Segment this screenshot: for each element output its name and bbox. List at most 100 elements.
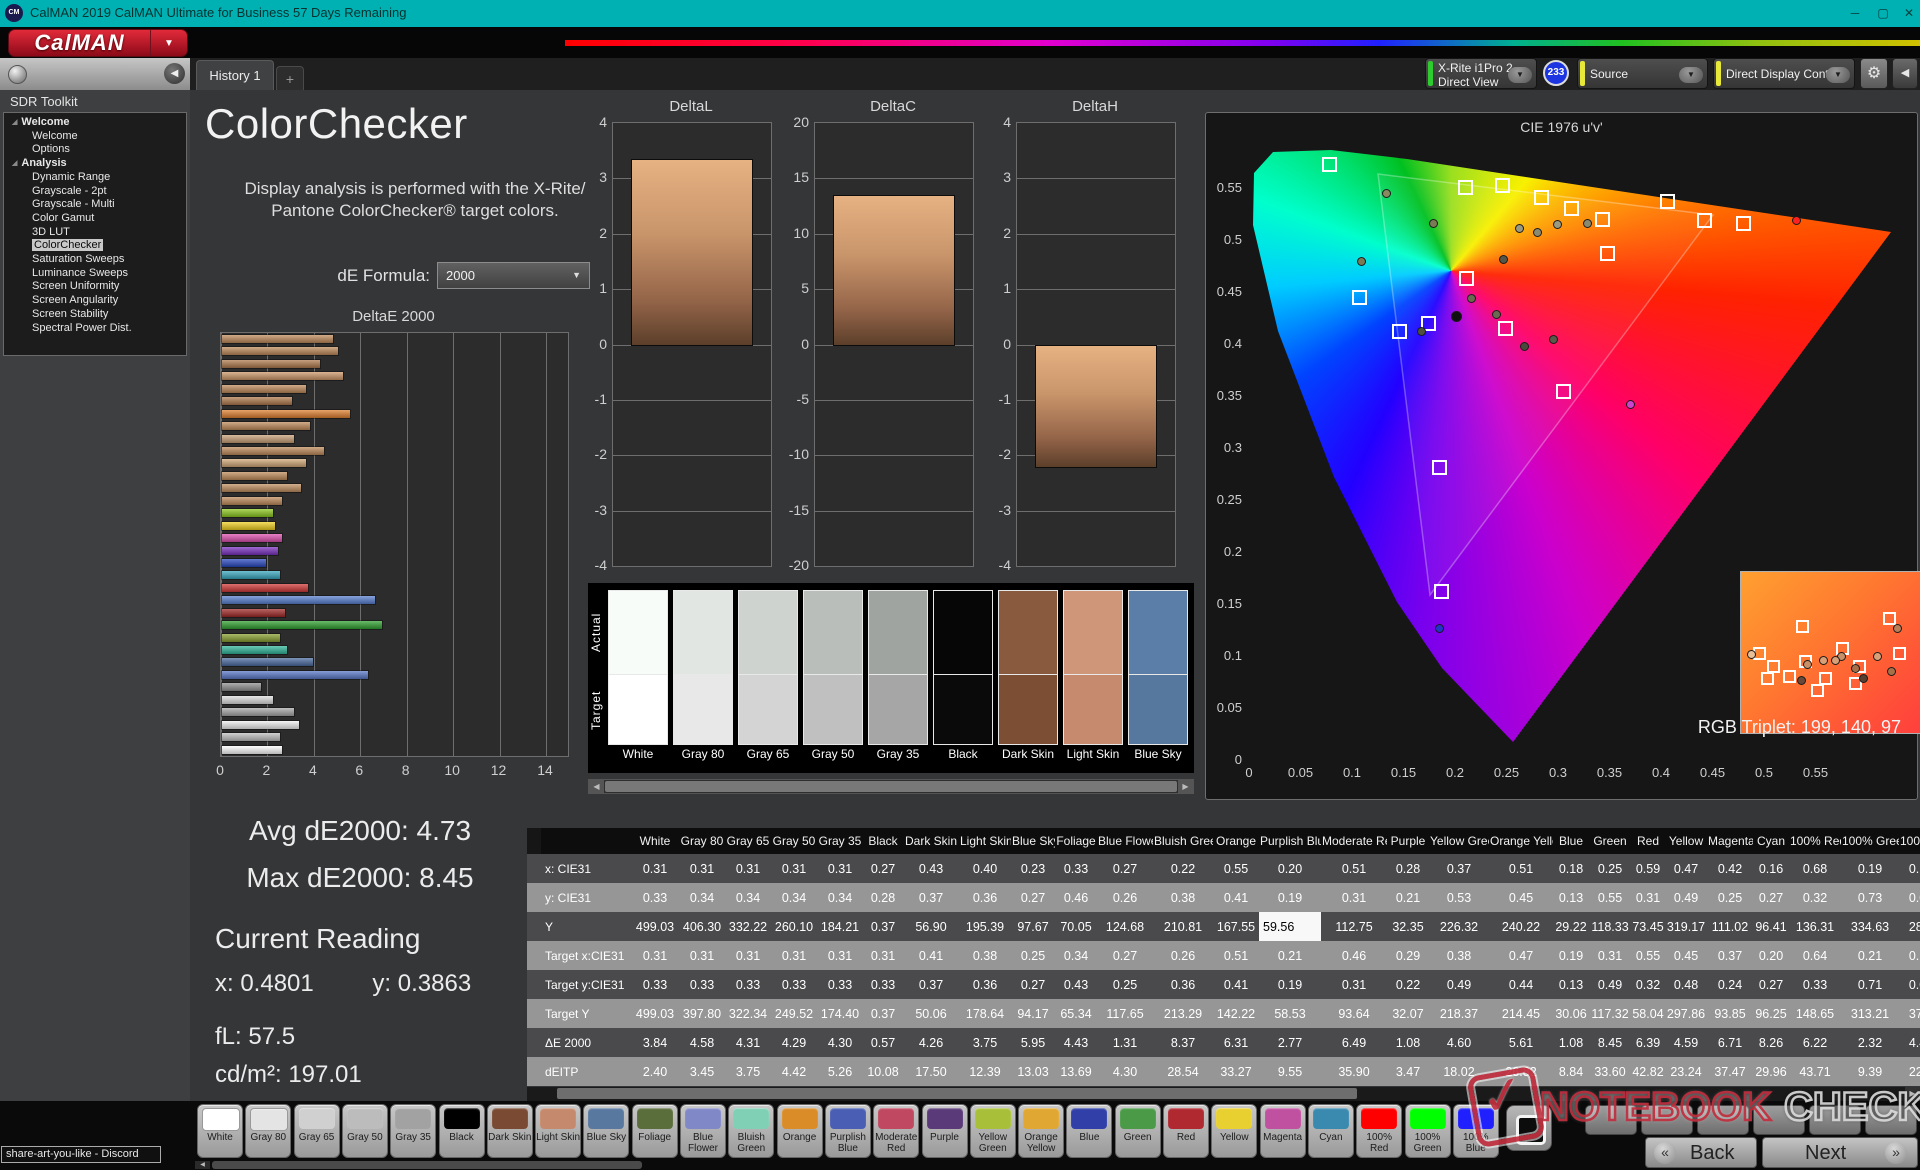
table-cell[interactable]: 58.04 xyxy=(1631,999,1665,1028)
calman-logo-menu[interactable]: CalMAN ▼ xyxy=(8,29,188,57)
sidebar-item-screen-stability[interactable]: Screen Stability xyxy=(4,308,186,322)
table-cell[interactable]: 0.24 xyxy=(1707,970,1753,999)
table-cell[interactable]: 0.46 xyxy=(1321,941,1387,970)
table-cell[interactable]: 13.03 xyxy=(1011,1057,1055,1086)
table-cell[interactable]: 499.03 xyxy=(631,912,679,941)
table-cell[interactable]: 3.45 xyxy=(679,1057,725,1086)
patch-button-blue[interactable]: Blue xyxy=(1066,1104,1113,1158)
table-cell[interactable]: 118.33 xyxy=(1589,912,1631,941)
table-cell[interactable]: 58.53 xyxy=(1259,999,1321,1028)
table-cell[interactable]: 0.31 xyxy=(771,941,817,970)
table-cell[interactable]: 0.41 xyxy=(1213,883,1259,912)
patch-button-red[interactable]: Red xyxy=(1163,1104,1209,1158)
table-cell[interactable]: 240.22 xyxy=(1489,912,1553,941)
table-scrollbar-thumb[interactable] xyxy=(557,1088,1357,1099)
table-cell[interactable]: 0.36 xyxy=(959,970,1011,999)
table-cell[interactable]: 0.71 xyxy=(1841,970,1899,999)
sidebar-item-welcome[interactable]: ◢ Welcome xyxy=(4,116,186,130)
table-cell[interactable]: 0.37 xyxy=(863,999,903,1028)
patch-button-100-red[interactable]: 100% Red xyxy=(1356,1104,1403,1158)
table-cell[interactable]: 8.84 xyxy=(1553,1057,1589,1086)
patch-button-light-skin[interactable]: Light Skin xyxy=(535,1104,582,1158)
table-cell[interactable]: 0.19 xyxy=(1259,970,1321,999)
table-cell[interactable]: 0.43 xyxy=(1055,970,1097,999)
table-cell[interactable]: 0.45 xyxy=(1665,941,1707,970)
table-cell[interactable]: 0.31 xyxy=(1589,941,1631,970)
table-cell[interactable]: 35.90 xyxy=(1321,1057,1387,1086)
sidebar-item-luminance-sweeps[interactable]: Luminance Sweeps xyxy=(4,267,186,281)
table-cell[interactable]: 313.21 xyxy=(1841,999,1899,1028)
patch-button-purple[interactable]: Purple xyxy=(921,1104,968,1158)
table-cell[interactable]: 0.42 xyxy=(1707,854,1753,883)
table-cell[interactable]: 2.40 xyxy=(631,1057,679,1086)
table-cell[interactable]: 0.26 xyxy=(1097,883,1153,912)
table-cell[interactable]: 18.02 xyxy=(1429,1057,1489,1086)
table-cell[interactable]: 94.17 xyxy=(1011,999,1055,1028)
sidebar-item-screen-uniformity[interactable]: Screen Uniformity xyxy=(4,280,186,294)
display-control-dropdown[interactable]: Direct Display Control ▼ xyxy=(1713,58,1855,89)
table-cell[interactable]: 5.61 xyxy=(1489,1028,1553,1057)
table-cell[interactable]: 0.25 xyxy=(1589,854,1631,883)
table-cell[interactable]: 397.80 xyxy=(679,999,725,1028)
gear-icon[interactable]: ⚙ xyxy=(1860,58,1888,89)
table-cell[interactable]: 499.03 xyxy=(631,999,679,1028)
table-cell[interactable]: 0.47 xyxy=(1489,941,1553,970)
table-cell[interactable]: 0.47 xyxy=(1665,854,1707,883)
table-cell[interactable]: 0.32 xyxy=(1631,970,1665,999)
table-cell[interactable]: 6.39 xyxy=(1631,1028,1665,1057)
table-cell[interactable]: 0.27 xyxy=(1097,941,1153,970)
table-cell[interactable]: 0.48 xyxy=(1665,970,1707,999)
table-cell[interactable]: 0.31 xyxy=(631,854,679,883)
transport-button[interactable] xyxy=(1753,1105,1805,1135)
table-cell[interactable]: 10.08 xyxy=(863,1057,903,1086)
table-cell[interactable]: 0.20 xyxy=(1753,941,1789,970)
source-dropdown[interactable]: Source ▼ xyxy=(1577,58,1708,89)
table-cell[interactable]: 0.27 xyxy=(863,854,903,883)
table-cell[interactable]: 0.51 xyxy=(1321,854,1387,883)
table-cell[interactable]: 6.31 xyxy=(1213,1028,1259,1057)
table-cell[interactable]: 167.55 xyxy=(1213,912,1259,941)
table-cell[interactable]: 0.28 xyxy=(1387,854,1429,883)
table-cell[interactable]: 0.31 xyxy=(863,941,903,970)
table-cell[interactable]: 0.41 xyxy=(903,941,959,970)
table-cell[interactable]: 4.59 xyxy=(1665,1028,1707,1057)
table-cell[interactable]: 0.21 xyxy=(1259,941,1321,970)
table-cell[interactable]: 1.08 xyxy=(1553,1028,1589,1057)
table-cell[interactable]: 0.51 xyxy=(1489,854,1553,883)
table-cell[interactable]: 0.36 xyxy=(1153,970,1213,999)
table-cell[interactable]: 226.32 xyxy=(1429,912,1489,941)
table-cell[interactable]: 43.71 xyxy=(1789,1057,1841,1086)
table-cell[interactable]: 0.33 xyxy=(1789,970,1841,999)
transport-button[interactable] xyxy=(1865,1105,1917,1135)
patch-button-orange-yellow[interactable]: Orange Yellow xyxy=(1018,1104,1065,1158)
table-cell[interactable]: 32.07 xyxy=(1387,999,1429,1028)
table-cell[interactable]: 12.39 xyxy=(959,1057,1011,1086)
table-cell[interactable]: 0.31 xyxy=(771,854,817,883)
table-cell[interactable]: 33.27 xyxy=(1213,1057,1259,1086)
sidebar-collapse-icon[interactable]: ◀ xyxy=(164,63,185,84)
table-cell[interactable]: 17.50 xyxy=(903,1057,959,1086)
table-cell[interactable]: 136.31 xyxy=(1789,912,1841,941)
table-cell[interactable]: 174.40 xyxy=(817,999,863,1028)
table-cell[interactable]: 111.02 xyxy=(1707,912,1753,941)
table-cell[interactable]: 406.30 xyxy=(679,912,725,941)
minimize-icon[interactable]: ─ xyxy=(1844,4,1866,22)
table-cell[interactable]: 0.46 xyxy=(1055,883,1097,912)
table-cell[interactable]: 0.06 xyxy=(1899,883,1920,912)
table-cell[interactable]: 37.1 xyxy=(1899,999,1920,1028)
table-cell[interactable]: 0.49 xyxy=(1589,970,1631,999)
table-cell[interactable]: 0.33 xyxy=(817,970,863,999)
table-cell[interactable]: 0.68 xyxy=(1789,854,1841,883)
table-cell[interactable]: 0.27 xyxy=(1097,854,1153,883)
table-cell[interactable]: 29.22 xyxy=(1553,912,1589,941)
table-cell[interactable]: 0.26 xyxy=(1153,941,1213,970)
transport-button[interactable] xyxy=(1585,1105,1637,1135)
sidebar-knob-icon[interactable] xyxy=(8,65,27,84)
table-cell[interactable]: 0.27 xyxy=(1753,883,1789,912)
tab-add-button[interactable]: + xyxy=(276,66,304,91)
table-cell[interactable]: 4.58 xyxy=(679,1028,725,1057)
table-cell[interactable]: 297.86 xyxy=(1665,999,1707,1028)
table-cell[interactable]: 0.33 xyxy=(631,883,679,912)
sidebar-item-colorchecker[interactable]: ColorChecker xyxy=(4,239,186,253)
table-cell[interactable]: 218.37 xyxy=(1429,999,1489,1028)
